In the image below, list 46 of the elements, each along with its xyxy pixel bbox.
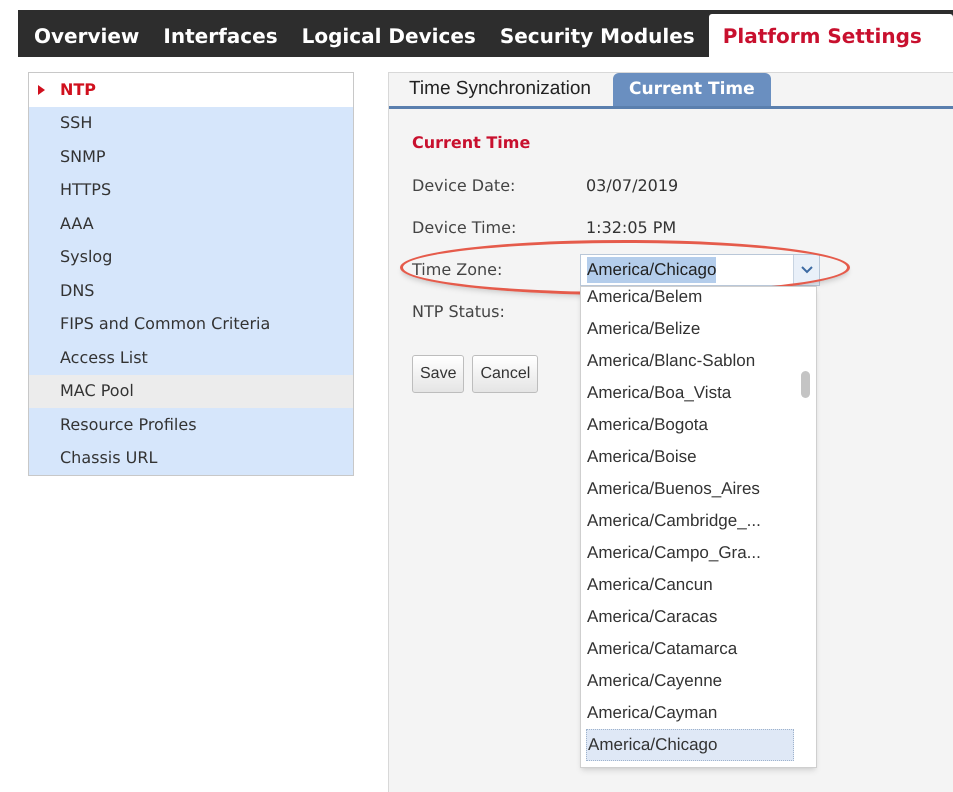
sidebar-item[interactable]: AAA — [29, 207, 353, 240]
dropdown-option[interactable]: America/Boa_Vista — [586, 377, 794, 409]
sidebar-item[interactable]: SSH — [29, 106, 353, 140]
tab[interactable]: Time Synchronization — [391, 73, 609, 106]
dropdown-option[interactable]: America/Boise — [586, 441, 794, 473]
nav-tab[interactable]: Platform Settings — [708, 14, 953, 57]
field-label: Device Time: — [412, 217, 518, 239]
nav-tab[interactable]: Security Modules — [490, 14, 705, 57]
dropdown-option[interactable]: America/Buenos_Aires — [586, 473, 794, 505]
sidebar-item[interactable]: Access List — [29, 341, 353, 374]
dropdown-option[interactable]: America/Campo_Gra... — [586, 537, 794, 569]
form-button[interactable]: Cancel — [472, 355, 538, 393]
dropdown-option[interactable]: America/Belem — [586, 287, 794, 313]
form-button[interactable]: Save — [412, 355, 464, 393]
dropdown-option[interactable]: America/Belize — [586, 313, 794, 345]
dropdown-option[interactable]: America/Cayenne — [586, 665, 794, 697]
dropdown-option[interactable]: America/Bogota — [586, 409, 794, 441]
sidebar-item[interactable]: FIPS and Common Criteria — [29, 308, 353, 341]
field-value: 1:32:05 PM — [585, 217, 676, 239]
field-label: Device Date: — [412, 175, 516, 197]
field-value: 03/07/2019 — [585, 175, 678, 197]
sidebar-item[interactable]: MAC Pool — [29, 374, 353, 408]
dropdown-option[interactable]: America/Blanc-Sablon — [586, 345, 794, 377]
section-title: Current Time — [412, 132, 532, 154]
sidebar-item[interactable]: Chassis URL — [29, 442, 353, 475]
sidebar-item[interactable]: SNMP — [29, 140, 353, 174]
field-label: Time Zone: — [412, 259, 504, 281]
sidebar-item[interactable]: Resource Profiles — [29, 408, 353, 442]
scrollbar-thumb[interactable] — [801, 371, 810, 398]
dropdown-option[interactable]: America/Cayman — [586, 697, 794, 729]
dropdown-option[interactable]: America/Cambridge_... — [586, 505, 794, 537]
field-label: NTP Status: — [412, 301, 506, 323]
nav-tab[interactable]: Overview — [24, 14, 150, 57]
sidebar-item[interactable]: DNS — [29, 274, 353, 308]
sidebar-item[interactable]: HTTPS — [29, 174, 353, 207]
arrow-icon — [38, 85, 45, 95]
sidebar-item[interactable]: NTP — [29, 73, 353, 106]
dropdown-option[interactable]: America/Cancun — [586, 569, 794, 601]
dropdown-option[interactable]: America/Catamarca — [586, 633, 794, 665]
dropdown-option[interactable]: America/Caracas — [586, 601, 794, 633]
chevron-down-icon — [800, 266, 812, 274]
time-zone-select[interactable]: America/Chicago — [580, 254, 820, 286]
nav-tab[interactable]: Logical Devices — [292, 14, 486, 57]
sidebar-item[interactable]: Syslog — [29, 240, 353, 274]
dropdown-option[interactable]: America/Chicago — [586, 729, 794, 761]
nav-tab[interactable]: Interfaces — [153, 14, 288, 57]
